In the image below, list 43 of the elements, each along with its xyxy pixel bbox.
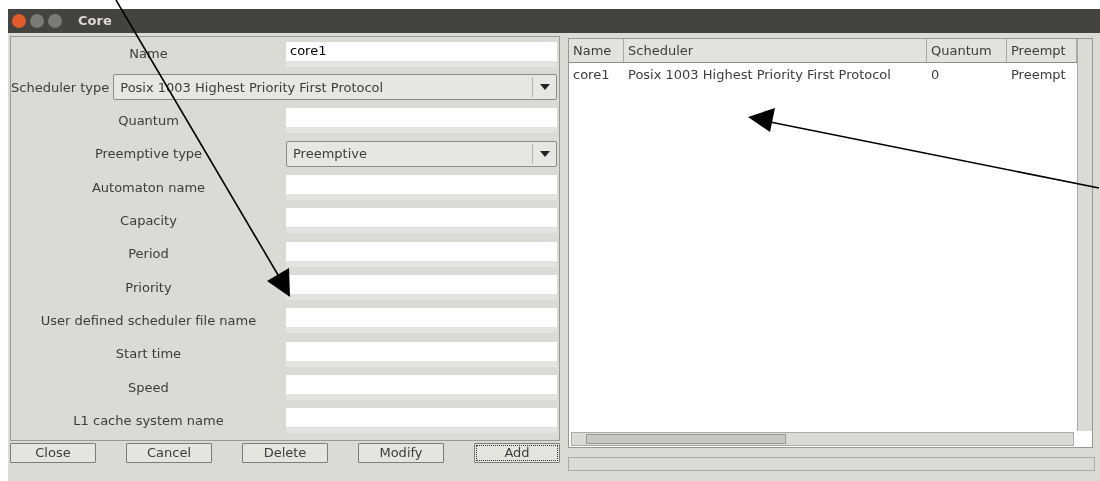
minimize-icon[interactable] [30,14,44,28]
button[interactable]: Close [10,443,96,463]
caret-icon [539,151,550,158]
field-label: Automaton name [90,178,207,197]
table-cell-text: Preempt [1010,66,1067,85]
input-field[interactable] [286,174,557,200]
field-label: Speed [127,378,170,397]
horizontal-scrollbar[interactable] [571,432,1074,446]
input-field[interactable] [286,308,557,334]
field-label: Capacity [119,212,178,231]
field-label: Quantum [117,111,180,130]
input-field[interactable] [286,241,557,267]
input-field[interactable] [286,341,557,367]
input-field[interactable] [286,375,557,401]
field-label: User defined scheduler file name [39,312,258,331]
vertical-scrollbar[interactable] [1077,39,1092,431]
caret-icon [539,84,550,91]
table-cell-text: 0 [930,66,941,85]
maximize-icon[interactable] [48,14,62,28]
column-header[interactable]: Quantum [927,39,1007,62]
dropdown[interactable]: Preemptive [286,141,557,168]
field-label: Scheduler type [11,78,110,97]
column-header[interactable]: Scheduler [624,39,927,62]
field-label: Priority [124,278,173,297]
button[interactable]: Cancel [126,443,212,463]
close-icon[interactable] [12,14,26,28]
input-field[interactable] [286,108,557,134]
field-label: Start time [114,345,183,364]
button[interactable]: Delete [242,443,328,463]
field-label: Preemptive type [93,145,204,164]
input-field[interactable] [286,408,557,434]
input-field[interactable] [286,275,557,300]
input-field[interactable]: core1 [286,41,557,67]
button[interactable]: Modify [358,443,444,463]
table-cell-text: Posix 1003 Highest Priority First Protocol [627,66,892,85]
column-header[interactable]: Name [569,39,624,62]
window-title: Core [78,12,112,31]
field-label: L1 cache system name [72,412,225,431]
field-label: Period [127,245,170,264]
table-cell-text: core1 [572,66,611,85]
horizontal-scrollbar[interactable] [568,457,1095,471]
input-field[interactable] [286,208,557,234]
button[interactable]: Add [474,443,560,463]
